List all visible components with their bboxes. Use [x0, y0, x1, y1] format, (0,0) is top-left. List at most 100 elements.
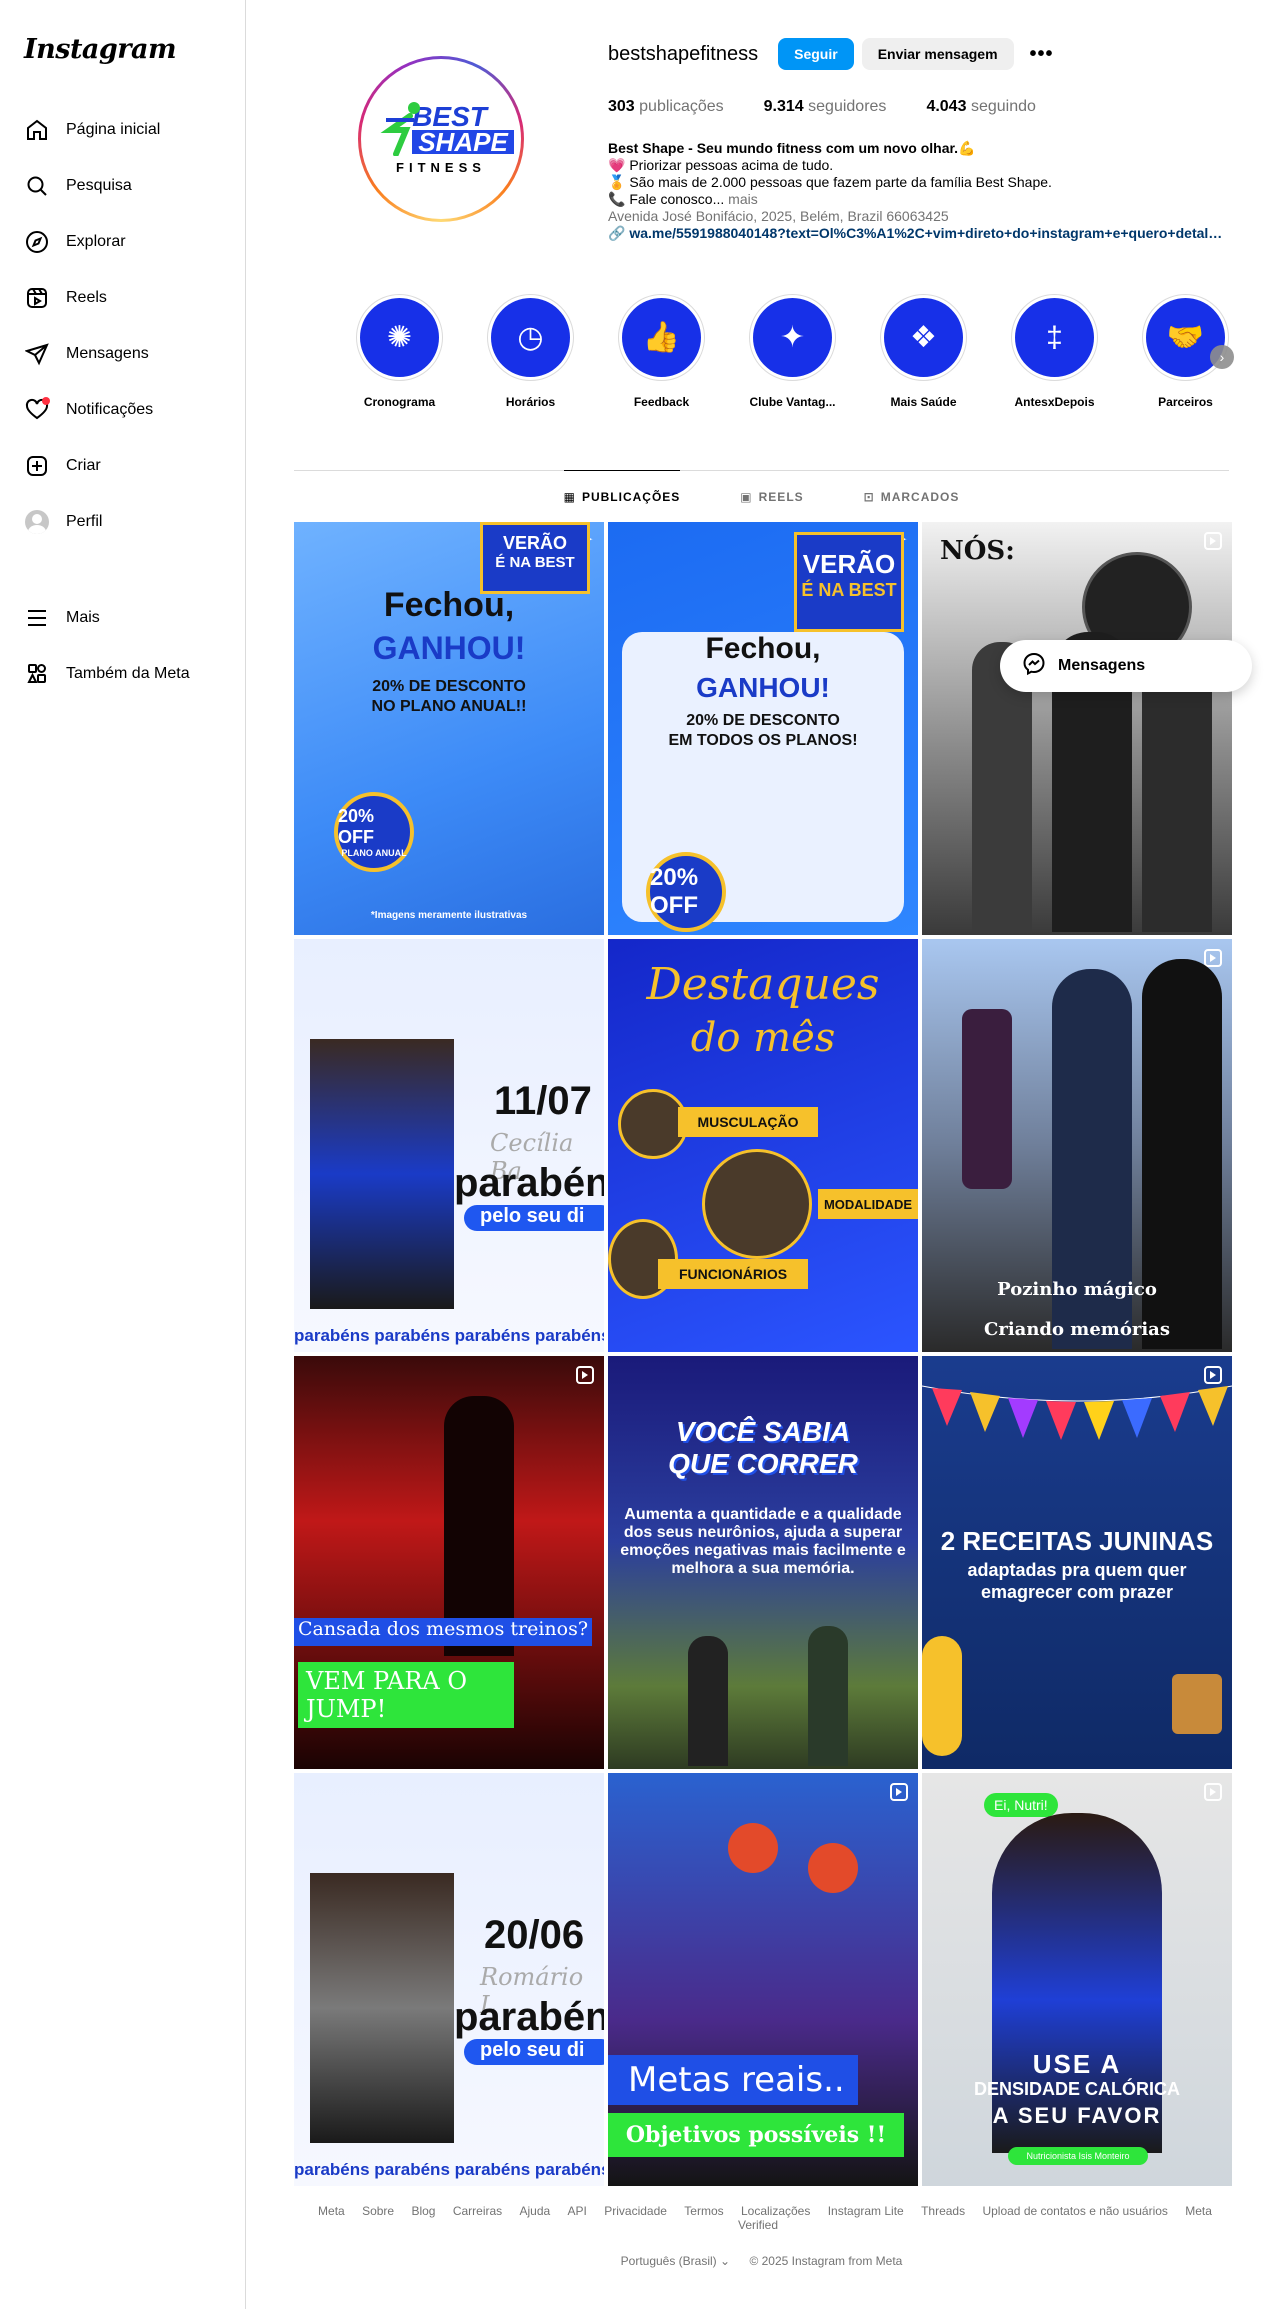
- chevron-down-icon: ⌄: [720, 2254, 731, 2268]
- highlight-item[interactable]: ✺ Cronograma: [334, 294, 465, 409]
- highlight-item[interactable]: 👍 Feedback: [596, 294, 727, 409]
- post-tile[interactable]: 2 RECEITAS JUNINAS adaptadas pra quem qu…: [922, 1356, 1232, 1769]
- home-icon: [24, 117, 50, 143]
- footer-link[interactable]: Carreiras: [453, 2204, 502, 2218]
- footer-link[interactable]: Upload de contatos e não usuários: [982, 2204, 1167, 2218]
- search-icon: [24, 173, 50, 199]
- highlight-item[interactable]: ◷ Horários: [465, 294, 596, 409]
- post-tile[interactable]: Cansada dos mesmos treinos? VEM PARA O J…: [294, 1356, 604, 1769]
- post-tile[interactable]: Destaques do mês MUSCULAÇÃO MODALIDADE F…: [608, 939, 918, 1352]
- bio-more-link[interactable]: mais: [724, 191, 758, 207]
- post-text: parabéns parabéns parabéns parabéns: [294, 1326, 604, 1345]
- sidebar-item-label: Criar: [66, 457, 101, 474]
- runner-figure: [808, 1626, 848, 1766]
- post-tile[interactable]: ✦ VERÃOÉ NA BEST Fechou, GANHOU! 20% DE …: [294, 522, 604, 935]
- post-text: DENSIDADE CALÓRICA: [973, 2079, 1180, 2099]
- sidebar-item-label: Página inicial: [66, 121, 161, 138]
- footer-link[interactable]: Sobre: [362, 2204, 394, 2218]
- sidebar-item-explore[interactable]: Explorar: [12, 214, 232, 270]
- highlight-label: Feedback: [633, 395, 690, 409]
- sidebar-item-home[interactable]: Página inicial: [12, 102, 232, 158]
- post-tile[interactable]: 11/07 Cecília Ba parabén pelo seu di par…: [294, 939, 604, 1352]
- more-options-icon[interactable]: •••: [1030, 43, 1054, 66]
- highlight-label: Parceiros: [1158, 395, 1213, 409]
- avatar: [25, 510, 49, 534]
- messenger-icon: [1022, 652, 1046, 681]
- post-tile[interactable]: ✦ VERÃOÉ NA BEST Fechou, GANHOU! 20% DE …: [608, 522, 918, 935]
- post-text: Fechou,: [705, 632, 821, 665]
- post-text: parabén: [454, 1995, 604, 2039]
- post-tile[interactable]: Pozinho mágico Criando memórias: [922, 939, 1232, 1352]
- highlight-item[interactable]: ❖ Mais Saúde: [858, 294, 989, 409]
- post-text: emagrecer com prazer: [980, 1582, 1174, 1602]
- notification-dot: [42, 397, 50, 405]
- post-text: Metas reais..: [608, 2055, 858, 2105]
- tab-reels[interactable]: ▣ REELS: [740, 471, 803, 523]
- footer-link[interactable]: Privacidade: [604, 2204, 667, 2218]
- compass-icon: [24, 229, 50, 255]
- post-text: Nutricionista Isis Monteiro: [1008, 2147, 1148, 2165]
- footer-link[interactable]: Threads: [921, 2204, 965, 2218]
- post-tile[interactable]: Ei, Nutri! USE A DENSIDADE CALÓRICA A SE…: [922, 1773, 1232, 2186]
- post-text: GANHOU!: [696, 672, 830, 703]
- sidebar-item-notifications[interactable]: Notificações: [12, 382, 232, 438]
- dumbbell-figure: [728, 1823, 778, 1873]
- messages-floating-button[interactable]: Mensagens: [1000, 640, 1252, 692]
- sidebar-item-label: Notificações: [66, 401, 154, 418]
- footer-link[interactable]: Meta: [318, 2204, 345, 2218]
- cake-figure: [1172, 1674, 1222, 1734]
- footer-links: Meta Sobre Blog Carreiras Ajuda API Priv…: [294, 2204, 1229, 2232]
- post-tile[interactable]: 20/06 Romário L parabén pelo seu di para…: [294, 1773, 604, 2186]
- highlight-item[interactable]: ‡ AntesxDepois: [989, 294, 1120, 409]
- follow-button[interactable]: Seguir: [778, 38, 854, 70]
- posts-count-stat[interactable]: 303 publicações: [608, 98, 724, 116]
- reel-icon: [1204, 532, 1222, 550]
- sidebar-nav: Página inicial Pesquisa Explorar Reels M…: [12, 102, 232, 550]
- post-text: QUE CORRER: [668, 1448, 858, 1479]
- send-message-button[interactable]: Enviar mensagem: [861, 38, 1014, 70]
- post-text: Ei, Nutri!: [984, 1793, 1058, 1817]
- brain-icon: ❖: [884, 298, 963, 377]
- footer-link[interactable]: API: [568, 2204, 587, 2218]
- sidebar-item-create[interactable]: Criar: [12, 438, 232, 494]
- chevron-right-icon[interactable]: ›: [1210, 345, 1234, 369]
- sidebar-item-reels[interactable]: Reels: [12, 270, 232, 326]
- following-stat[interactable]: 4.043 seguindo: [926, 98, 1035, 116]
- tab-tagged[interactable]: ⊡ MARCADOS: [864, 471, 960, 523]
- footer-link[interactable]: Localizações: [741, 2204, 810, 2218]
- sidebar-item-search[interactable]: Pesquisa: [12, 158, 232, 214]
- sidebar-item-also-from-meta[interactable]: Também da Meta: [12, 646, 232, 702]
- highlight-label: AntesxDepois: [1014, 395, 1095, 409]
- tab-posts[interactable]: ▦ PUBLICAÇÕES: [563, 470, 681, 523]
- post-text: A SEU FAVOR: [992, 2103, 1162, 2128]
- language-select[interactable]: Português (Brasil) ⌄: [621, 2254, 730, 2268]
- profile-header-row: bestshapefitness Seguir Enviar mensagem …: [608, 38, 1054, 70]
- post-tile[interactable]: Metas reais.. Objetivos possíveis !!: [608, 1773, 918, 2186]
- calendar-icon: ✺: [360, 298, 439, 377]
- bio-link[interactable]: 🔗 wa.me/5591988040148?text=Ol%C3%A1%2C+v…: [608, 225, 1228, 242]
- post-tile[interactable]: VOCÊ SABIA QUE CORRER Aumenta a quantida…: [608, 1356, 918, 1769]
- footer-link[interactable]: Blog: [411, 2204, 435, 2218]
- post-text: Pozinho mágico: [997, 1279, 1157, 1300]
- followers-stat[interactable]: 9.314 seguidores: [764, 98, 887, 116]
- post-text: Fechou,: [383, 586, 515, 624]
- footer-link[interactable]: Termos: [684, 2204, 723, 2218]
- reel-icon: [1204, 949, 1222, 967]
- post-text: Criando memórias: [984, 1319, 1170, 1340]
- bio-address[interactable]: Avenida José Bonifácio, 2025, Belém, Bra…: [608, 208, 1228, 225]
- sidebar-item-more[interactable]: Mais: [12, 590, 232, 646]
- post-text: parabén: [454, 1161, 604, 1205]
- sidebar-item-profile[interactable]: Perfil: [12, 494, 232, 550]
- highlight-label: Horários: [505, 395, 556, 409]
- profile-username: bestshapefitness: [608, 42, 759, 65]
- footer-link[interactable]: Instagram Lite: [828, 2204, 904, 2218]
- reels-icon: [24, 285, 50, 311]
- profile-picture[interactable]: BEST SHAPE FITNESS: [358, 56, 524, 222]
- instagram-logo[interactable]: Instagram: [24, 34, 177, 65]
- sidebar-item-messages[interactable]: Mensagens: [12, 326, 232, 382]
- post-tile[interactable]: NÓS:: [922, 522, 1232, 935]
- post-text: parabéns parabéns parabéns parabéns: [294, 2160, 604, 2179]
- post-text: EM TODOS OS PLANOS!: [668, 732, 858, 749]
- footer-link[interactable]: Ajuda: [520, 2204, 551, 2218]
- highlight-item[interactable]: ✦ Clube Vantag...: [727, 294, 858, 409]
